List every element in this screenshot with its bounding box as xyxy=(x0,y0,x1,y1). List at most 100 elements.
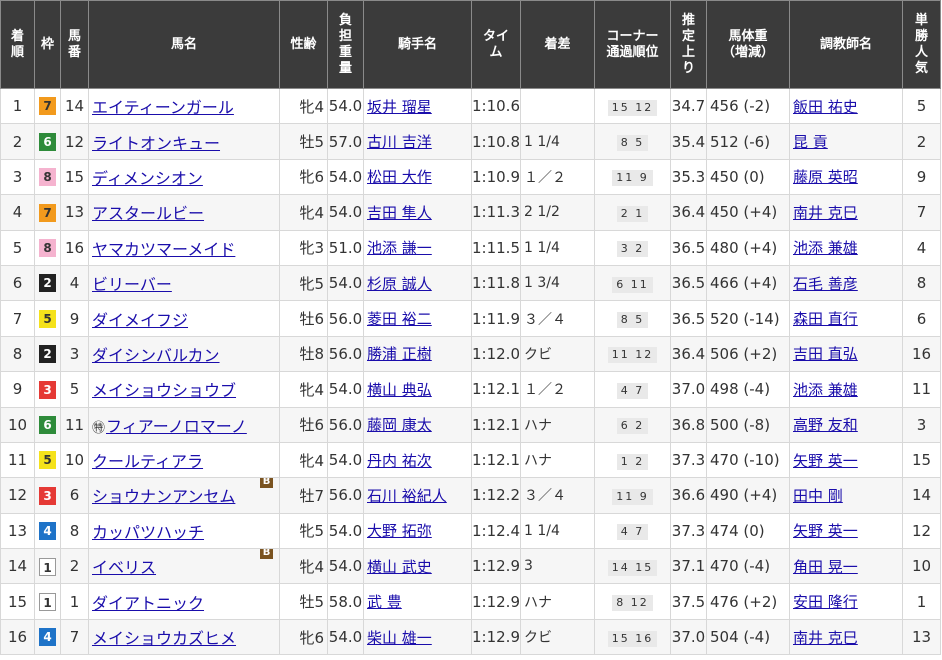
trainer-link[interactable]: 南井 克巳 xyxy=(793,204,858,222)
trainer-link[interactable]: 矢野 英一 xyxy=(793,452,858,470)
jockey-cell: 大野 拓弥 xyxy=(363,512,472,550)
trainer-link[interactable]: 田中 剛 xyxy=(793,487,843,505)
waku-badge: 3 xyxy=(39,486,56,505)
corner-cell: 4 7 xyxy=(594,512,671,550)
corner-positions: 4 7 xyxy=(616,382,649,399)
header-margin: 着差 xyxy=(520,0,595,89)
header-jockey: 騎手名 xyxy=(363,0,472,89)
jockey-link[interactable]: 勝浦 正樹 xyxy=(367,345,432,363)
agari-cell: 36.4 xyxy=(670,335,707,373)
time-cell: 1:11.8 xyxy=(471,264,521,302)
horse-name-link[interactable]: メイショウカズヒメ xyxy=(92,629,236,648)
sex-age-cell: 牝4 xyxy=(279,548,328,585)
waku-badge: 8 xyxy=(39,168,56,187)
trainer-link[interactable]: 矢野 英一 xyxy=(793,522,858,540)
corner-cell: 6 2 xyxy=(594,406,671,443)
horse-name-cell: メイショウカズヒメ xyxy=(88,618,280,656)
corner-cell: 8 5 xyxy=(594,123,671,160)
jockey-link[interactable]: 藤岡 康太 xyxy=(367,416,432,434)
corner-cell: 14 15 xyxy=(594,548,671,585)
horse-name-link[interactable]: カッパツハッチ xyxy=(92,523,204,542)
horse-name-link[interactable]: クールティアラ xyxy=(92,452,203,471)
waku-badge: 6 xyxy=(39,415,56,434)
sex-age-cell: 牝4 xyxy=(279,371,328,408)
corner-positions: 1 2 xyxy=(616,453,649,470)
jockey-link[interactable]: 丹内 祐次 xyxy=(367,452,432,470)
sex-age-cell: 牡8 xyxy=(279,335,328,373)
agari-cell: 37.1 xyxy=(670,548,707,585)
trainer-link[interactable]: 藤原 英昭 xyxy=(793,168,858,186)
jockey-link[interactable]: 坂井 瑠星 xyxy=(367,98,432,116)
trainer-link[interactable]: 高野 友和 xyxy=(793,416,858,434)
trainer-link[interactable]: 石毛 善彦 xyxy=(793,275,858,293)
waku-cell: 4 xyxy=(34,512,61,550)
trainer-link[interactable]: 安田 隆行 xyxy=(793,593,858,611)
agari-cell: 36.8 xyxy=(670,406,707,443)
jockey-link[interactable]: 横山 武史 xyxy=(367,558,432,576)
time-cell: 1:11.5 xyxy=(471,229,521,266)
horse-name-cell: イベリス B xyxy=(88,548,280,585)
header-body-weight: 馬体重 （増減） xyxy=(706,0,790,89)
corner-cell: 11 9 xyxy=(594,477,671,514)
jockey-link[interactable]: 松田 大作 xyxy=(367,168,432,186)
jockey-link[interactable]: 菱田 裕二 xyxy=(367,310,432,328)
trainer-link[interactable]: 南井 克巳 xyxy=(793,629,858,647)
trainer-link[interactable]: 飯田 祐史 xyxy=(793,98,858,116)
popularity-cell: 6 xyxy=(902,300,941,337)
horse-name-cell: カッパツハッチ xyxy=(88,512,280,550)
horse-name-link[interactable]: エイティーンガール xyxy=(92,98,234,117)
jockey-link[interactable]: 柴山 雄一 xyxy=(367,629,432,647)
jockey-link[interactable]: 杉原 誠人 xyxy=(367,275,432,293)
sex-age-cell: 牡5 xyxy=(279,583,328,620)
body-weight-cell: 506 (+2) xyxy=(706,335,790,373)
time-cell: 1:10.6 xyxy=(471,87,521,125)
jockey-link[interactable]: 横山 典弘 xyxy=(367,381,432,399)
corner-positions: 8 5 xyxy=(616,312,649,329)
jockey-link[interactable]: 池添 謙一 xyxy=(367,239,432,257)
horse-name-link[interactable]: アスタールビー xyxy=(92,204,204,223)
trainer-link[interactable]: 角田 晃一 xyxy=(793,558,858,576)
popularity-cell: 7 xyxy=(902,194,941,231)
weight-cell: 57.0 xyxy=(327,123,364,160)
corner-cell: 15 16 xyxy=(594,618,671,656)
body-weight-cell: 450 (+4) xyxy=(706,194,790,231)
trainer-link[interactable]: 森田 直行 xyxy=(793,310,858,328)
trainer-link[interactable]: 昆 貢 xyxy=(793,133,828,151)
corner-positions: 11 12 xyxy=(607,347,658,364)
horse-name-link[interactable]: ヤマカツマーメイド xyxy=(92,240,235,259)
jockey-link[interactable]: 石川 裕紀人 xyxy=(367,487,447,505)
jockey-link[interactable]: 古川 吉洋 xyxy=(367,133,432,151)
rank-cell: 11 xyxy=(0,441,35,479)
jockey-link[interactable]: 武 豊 xyxy=(367,593,402,611)
jockey-cell: 藤岡 康太 xyxy=(363,406,472,443)
body-weight-cell: 450 (0) xyxy=(706,158,790,196)
jockey-link[interactable]: 吉田 隼人 xyxy=(367,204,432,222)
horse-name-link[interactable]: ディメンシオン xyxy=(92,169,203,188)
horse-name-link[interactable]: ビリーバー xyxy=(92,275,172,294)
horse-name-link[interactable]: メイショウショウブ xyxy=(92,381,236,400)
horse-name-link[interactable]: ライトオンキュー xyxy=(92,134,220,153)
jockey-link[interactable]: 大野 拓弥 xyxy=(367,522,432,540)
horse-name-link[interactable]: ショウナンアンセム xyxy=(92,487,235,506)
trainer-link[interactable]: 池添 兼雄 xyxy=(793,381,858,399)
sex-age-cell: 牝4 xyxy=(279,441,328,479)
horse-name-link[interactable]: ダイメイフジ xyxy=(92,311,188,330)
horse-name-link[interactable]: ダイアトニック xyxy=(92,594,204,613)
corner-positions: 14 15 xyxy=(607,559,658,576)
waku-cell: 7 xyxy=(34,194,61,231)
margin-cell: 1 1/4 xyxy=(520,512,595,550)
body-weight-cell: 500 (-8) xyxy=(706,406,790,443)
trainer-link[interactable]: 池添 兼雄 xyxy=(793,239,858,257)
horse-name-link[interactable]: イベリス xyxy=(92,558,156,577)
weight-cell: 54.0 xyxy=(327,371,364,408)
horse-name-link[interactable]: ダイシンバルカン xyxy=(92,346,220,365)
jockey-cell: 柴山 雄一 xyxy=(363,618,472,656)
horse-name-cell: ダイメイフジ xyxy=(88,300,280,337)
jockey-cell: 丹内 祐次 xyxy=(363,441,472,479)
horse-name-link[interactable]: フィアーノロマーノ xyxy=(106,417,247,436)
trainer-link[interactable]: 吉田 直弘 xyxy=(793,345,858,363)
waku-badge: 3 xyxy=(39,380,56,399)
rank-cell: 9 xyxy=(0,371,35,408)
waku-badge: 4 xyxy=(39,628,56,647)
rank-cell: 3 xyxy=(0,158,35,196)
